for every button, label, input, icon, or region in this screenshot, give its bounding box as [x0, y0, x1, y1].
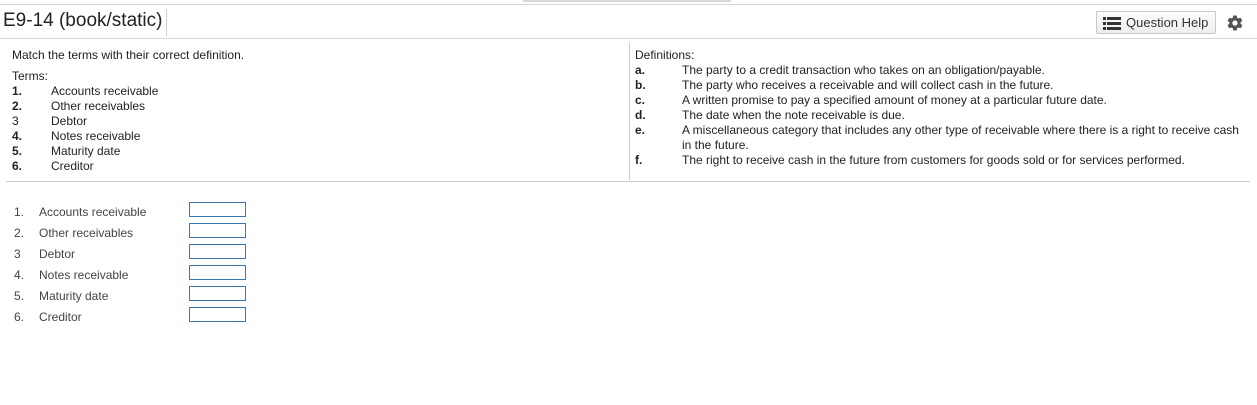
header-bar: E9-14 (book/static) Question Help [0, 4, 1257, 39]
definition-letter: e. [635, 123, 646, 137]
gear-icon[interactable] [1226, 14, 1244, 32]
term-label: Notes receivable [51, 129, 141, 143]
terms-column: Match the terms with their correct defin… [12, 48, 244, 174]
answer-number: 4. [14, 268, 25, 282]
answer-number: 6. [14, 310, 25, 324]
definition-row: b. The party who receives a receivable an… [635, 78, 1245, 93]
answer-input[interactable] [189, 244, 246, 259]
term-label: Other receivables [51, 99, 146, 113]
term-number: 4. [12, 129, 23, 143]
question-help-button[interactable]: Question Help [1096, 11, 1216, 34]
definition-row: a. The party to a credit transaction who … [635, 63, 1245, 78]
term-row: 1. Accounts receivable [12, 84, 244, 99]
answer-label: Debtor [39, 247, 76, 261]
definition-letter: c. [635, 93, 646, 107]
term-label: Maturity date [51, 144, 121, 158]
column-divider [629, 43, 630, 180]
question-help-label: Question Help [1126, 15, 1209, 30]
definitions-heading: Definitions: [635, 48, 695, 62]
terms-heading: Terms: [12, 69, 48, 83]
term-row: 4. Notes receivable [12, 129, 244, 144]
list-icon [1103, 17, 1121, 30]
term-number: 1. [12, 84, 23, 98]
answer-label: Other receivables [39, 226, 134, 240]
definition-letter: d. [635, 108, 646, 122]
term-row: 6. Creditor [12, 159, 244, 174]
term-label: Debtor [51, 114, 88, 128]
term-label: Creditor [51, 159, 94, 173]
answer-label: Accounts receivable [39, 205, 147, 219]
question-panel: Match the terms with their correct defin… [6, 43, 1250, 182]
definition-row: c. A written promise to pay a specified a… [635, 93, 1245, 108]
term-label: Accounts receivable [51, 84, 159, 98]
term-number: 2. [12, 99, 23, 113]
definitions-column: Definitions: a. The party to a credit tra… [635, 48, 1245, 168]
term-row: 3 Debtor [12, 114, 244, 129]
answer-input[interactable] [189, 202, 246, 217]
definition-text: A miscellaneous category that includes a… [682, 123, 1239, 152]
definition-text: The party who receives a receivable and … [682, 78, 1054, 92]
term-row: 2. Other receivables [12, 99, 244, 114]
answer-input[interactable] [189, 286, 246, 301]
definition-text: A written promise to pay a specified amo… [682, 93, 1107, 107]
answer-number: 3 [14, 247, 21, 261]
answer-input[interactable] [189, 307, 246, 322]
answer-label: Creditor [39, 310, 82, 324]
definition-text: The right to receive cash in the future … [682, 153, 1185, 167]
definition-text: The party to a credit transaction who ta… [682, 63, 1045, 77]
definition-row: f. The right to receive cash in the futur… [635, 153, 1245, 168]
definition-text: The date when the note receivable is due… [682, 108, 905, 122]
definition-row: e. A miscellaneous category that includes… [635, 123, 1245, 153]
answer-number: 2. [14, 226, 25, 240]
answer-label: Notes receivable [39, 268, 129, 282]
answer-number: 5. [14, 289, 25, 303]
definition-row: d. The date when the note receivable is d… [635, 108, 1245, 123]
definition-letter: a. [635, 63, 646, 77]
instruction-text: Match the terms with their correct defin… [12, 48, 245, 62]
term-number: 5. [12, 144, 23, 158]
answer-input[interactable] [189, 265, 246, 280]
term-number: 6. [12, 159, 23, 173]
answer-label: Maturity date [39, 289, 109, 303]
term-number: 3 [12, 114, 19, 128]
page-title: E9-14 (book/static) [3, 9, 168, 36]
top-tab-indicator [523, 0, 731, 2]
term-row: 5. Maturity date [12, 144, 244, 159]
answer-number: 1. [14, 205, 25, 219]
definition-letter: b. [635, 78, 646, 92]
answer-input[interactable] [189, 223, 246, 238]
definition-letter: f. [635, 153, 643, 167]
